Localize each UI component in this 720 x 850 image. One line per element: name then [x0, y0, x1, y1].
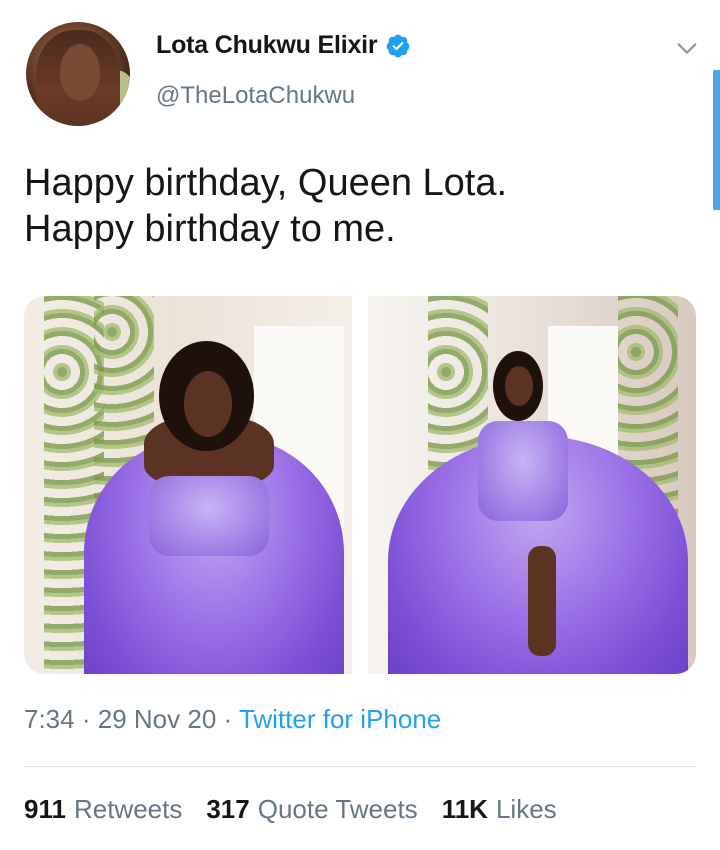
- photo-bodice: [149, 476, 269, 556]
- likes-count: 11K: [441, 794, 488, 824]
- tweet-text: Happy birthday, Queen Lota. Happy birthd…: [24, 160, 704, 252]
- author-handle[interactable]: @TheLotaChukwu: [156, 82, 355, 110]
- tweet-line: Happy birthday, Queen Lota.: [24, 162, 508, 204]
- tweet-time: 7:34: [24, 704, 75, 734]
- tweet-media: [24, 296, 696, 674]
- meta-separator: ·: [223, 704, 233, 734]
- photo-face: [184, 371, 232, 437]
- tweet-stats: 911 Retweets 317 Quote Tweets 11K Likes: [24, 794, 557, 825]
- photo-1[interactable]: [24, 296, 352, 674]
- retweets-count: 911: [24, 794, 66, 824]
- likes-label: Likes: [495, 794, 557, 824]
- photo-leg: [528, 546, 556, 656]
- meta-separator: ·: [81, 704, 91, 734]
- display-name[interactable]: Lota Chukwu Elixir: [156, 31, 378, 60]
- chevron-down-icon[interactable]: [676, 38, 698, 60]
- scrollbar[interactable]: [713, 70, 720, 210]
- author-name-row: Lota Chukwu Elixir: [156, 31, 411, 60]
- tweet-date: 29 Nov 20: [97, 704, 217, 734]
- tweet-meta: 7:34 · 29 Nov 20 · Twitter for iPhone: [24, 704, 441, 735]
- quote-tweets-label: Quote Tweets: [257, 794, 418, 824]
- avatar-face: [60, 44, 100, 100]
- photo-face: [505, 366, 533, 406]
- avatar[interactable]: [26, 22, 130, 126]
- divider: [24, 766, 696, 767]
- retweets-label: Retweets: [73, 794, 183, 824]
- photo-2[interactable]: [368, 296, 696, 674]
- tweet-source-link[interactable]: Twitter for iPhone: [239, 704, 441, 734]
- tweet-line: Happy birthday to me.: [24, 208, 396, 250]
- likes-stat[interactable]: 11K Likes: [442, 794, 557, 825]
- photo-bodice: [478, 421, 568, 521]
- quote-tweets-count: 317: [206, 794, 250, 824]
- verified-badge-icon: [387, 34, 410, 57]
- retweets-stat[interactable]: 911 Retweets: [24, 794, 182, 825]
- quote-tweets-stat[interactable]: 317 Quote Tweets: [206, 794, 417, 825]
